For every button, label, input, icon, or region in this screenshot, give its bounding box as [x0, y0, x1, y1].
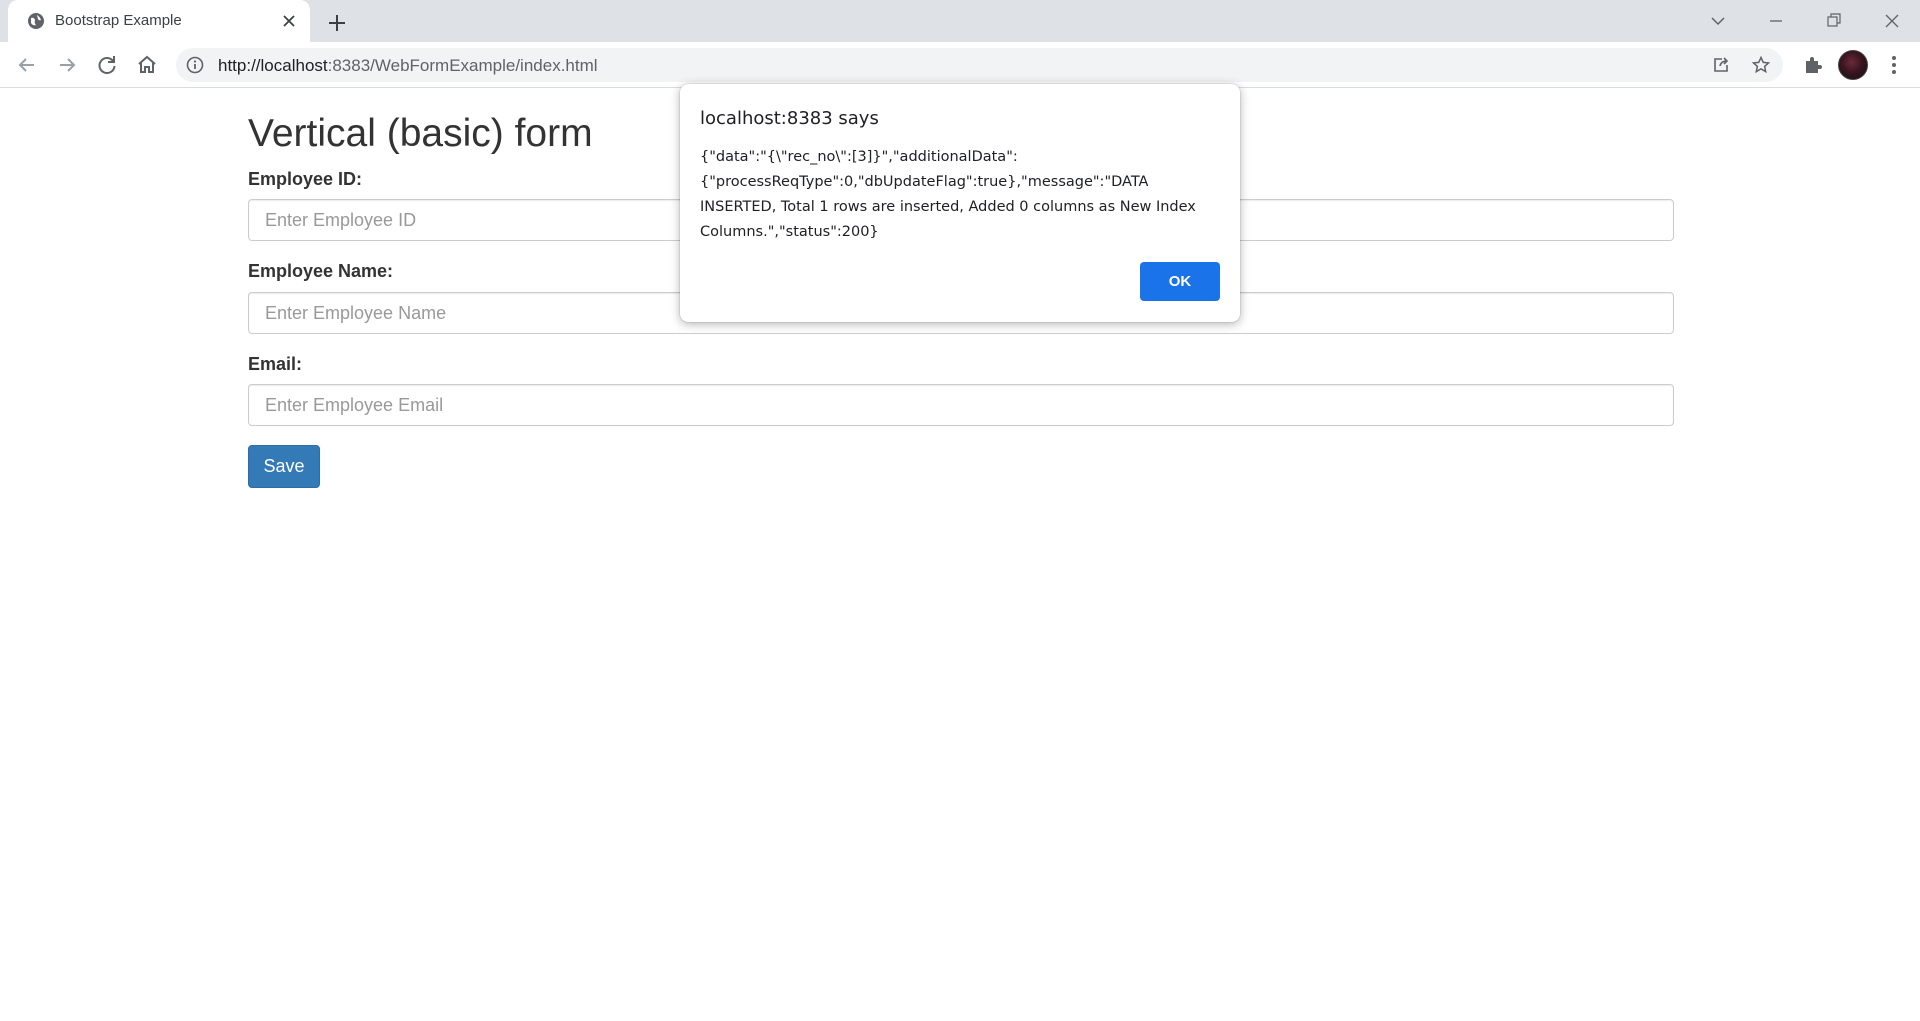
more-menu-icon[interactable]: [1880, 51, 1908, 79]
profile-avatar[interactable]: [1838, 50, 1868, 80]
address-bar[interactable]: http://localhost:8383/WebFormExample/ind…: [176, 48, 1783, 82]
bookmark-star-icon[interactable]: [1751, 55, 1771, 75]
url-path: :8383/WebFormExample/index.html: [327, 56, 598, 75]
reload-icon[interactable]: [93, 51, 121, 79]
dialog-message: {"data":"{\"rec_no\":[3]}","additionalDa…: [700, 149, 1196, 240]
share-icon[interactable]: [1711, 55, 1731, 75]
tab-search-icon[interactable]: [1703, 6, 1733, 36]
forward-icon[interactable]: [53, 51, 81, 79]
browser-tab[interactable]: Bootstrap Example: [8, 0, 310, 42]
minimize-icon[interactable]: [1761, 6, 1791, 36]
email-label: Email:: [248, 354, 303, 374]
home-icon[interactable]: [133, 51, 161, 79]
browser-toolbar: http://localhost:8383/WebFormExample/ind…: [0, 42, 1920, 88]
extensions-puzzle-icon[interactable]: [1799, 51, 1827, 79]
employee-name-label: Employee Name:: [248, 261, 394, 281]
close-window-icon[interactable]: [1877, 6, 1907, 36]
dialog-title: localhost:8383 says: [700, 108, 879, 129]
page-title: Vertical (basic) form: [248, 112, 593, 155]
site-info-icon[interactable]: [186, 56, 204, 74]
tab-strip: Bootstrap Example: [0, 0, 1920, 42]
email-input[interactable]: [248, 384, 1674, 426]
alert-dialog: localhost:8383 says {"data":"{\"rec_no\"…: [680, 84, 1240, 322]
ok-button[interactable]: OK: [1140, 262, 1220, 301]
save-button[interactable]: Save: [248, 445, 320, 488]
close-tab-icon[interactable]: [280, 12, 298, 30]
new-tab-icon[interactable]: [324, 10, 350, 36]
url-host: http://localhost: [218, 56, 328, 75]
employee-id-label: Employee ID:: [248, 169, 363, 189]
globe-icon: [28, 13, 44, 29]
url-text: http://localhost:8383/WebFormExample/ind…: [218, 56, 598, 76]
tab-title: Bootstrap Example: [55, 12, 182, 29]
restore-icon[interactable]: [1819, 6, 1849, 36]
back-icon[interactable]: [13, 51, 41, 79]
